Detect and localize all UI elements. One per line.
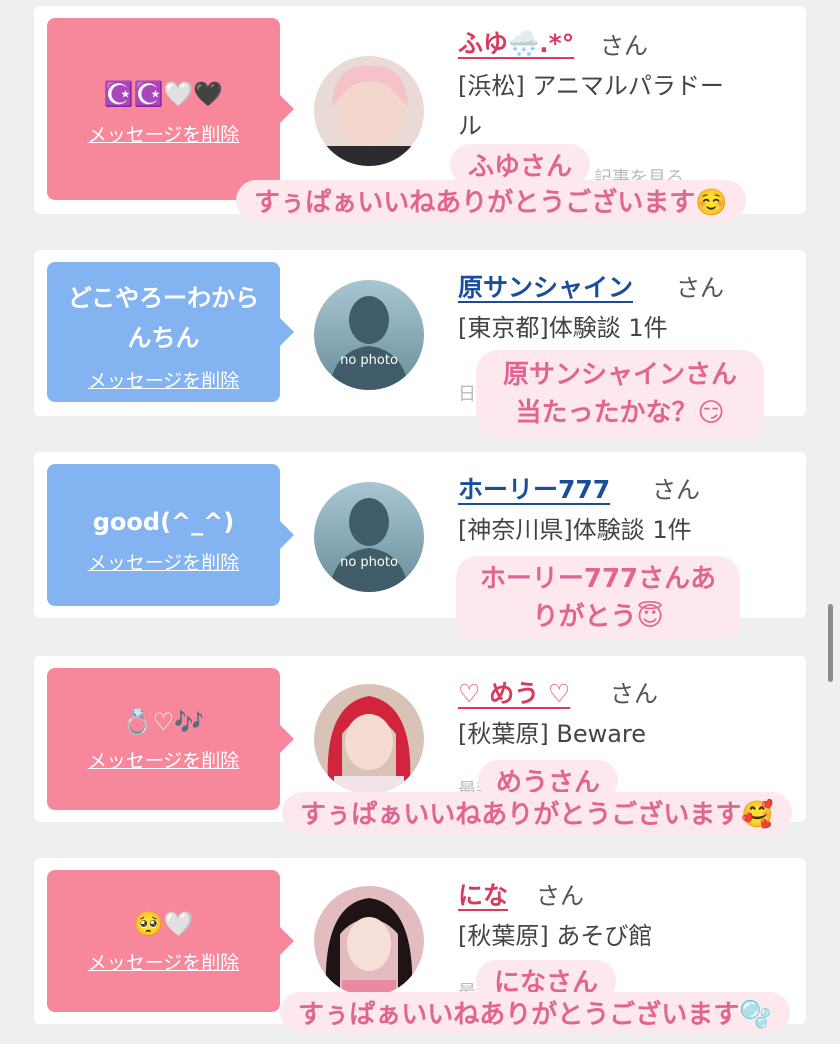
message-bubble: 🥺🤍 メッセージを削除 [47, 870, 294, 1012]
caption-overlay: すぅぱぁいいねありがとうございます🥰 [282, 792, 792, 833]
shop-info-continued: ル [458, 112, 482, 140]
message-bubble: good(^_^) メッセージを削除 [47, 464, 294, 606]
message-text: どこやろーわからんちん [67, 284, 260, 352]
caption-overlay: ホーリー777さんありがとう😇 [456, 556, 740, 640]
shop-info: [秋葉原] Beware [458, 720, 647, 748]
delete-message-link[interactable]: メッセージを削除 [47, 366, 280, 393]
message-text: 🥺🤍 [133, 910, 194, 938]
delete-message-link[interactable]: メッセージを削除 [47, 548, 280, 575]
message-text: good(^_^) [92, 508, 235, 536]
caption-overlay: 原サンシャインさん当たったかな？😏 [476, 350, 764, 438]
avatar-no-photo[interactable]: no photo [314, 482, 424, 592]
avatar[interactable] [314, 684, 424, 794]
review-info: [神奈川県]体験談 1件 [458, 516, 692, 544]
message-bubble: ☪️☪️🤍🖤 メッセージを削除 [47, 18, 294, 200]
review-info: [東京都]体験談 1件 [458, 314, 668, 342]
user-name-link[interactable]: 原サンシャイン [458, 268, 633, 304]
user-name-link[interactable]: ホーリー777 [458, 470, 610, 506]
caption-text: 原サンシャインさん当たったかな？😏 [502, 360, 737, 428]
honorific: さん [610, 680, 658, 708]
avatar-no-photo[interactable]: no photo [314, 280, 424, 390]
message-text: ☪️☪️🤍🖤 [103, 80, 224, 108]
delete-message-link[interactable]: メッセージを削除 [47, 120, 280, 147]
no-photo-label: no photo [340, 555, 398, 570]
honorific: さん [652, 476, 700, 504]
shop-info: [浜松] アニマルパラドー [458, 72, 724, 100]
scrollbar-thumb[interactable] [828, 604, 833, 682]
honorific: さん [676, 274, 724, 302]
no-photo-label: no photo [340, 353, 398, 368]
avatar[interactable] [314, 886, 424, 996]
under-text: 日 [458, 384, 476, 405]
message-bubble: 💍♡🎶 メッセージを削除 [47, 668, 294, 810]
caption-text: ホーリー777さんありがとう😇 [479, 564, 717, 632]
delete-message-link[interactable]: メッセージを削除 [47, 948, 280, 975]
honorific: さん [536, 882, 584, 910]
caption-overlay: すぅぱぁいいねありがとうございます☺️ [236, 180, 746, 221]
shop-info: [秋葉原] あそび館 [458, 922, 653, 950]
honorific: さん [600, 32, 648, 60]
caption-overlay: すぅぱぁいいねありがとうございます🫧 [280, 992, 790, 1033]
message-text: 💍♡🎶 [122, 708, 205, 736]
delete-message-link[interactable]: メッセージを削除 [47, 746, 280, 773]
message-bubble: どこやろーわからんちん メッセージを削除 [47, 262, 294, 402]
avatar[interactable] [314, 56, 424, 166]
user-name-link[interactable]: ふゆ🌨️.*° [458, 24, 574, 60]
user-name-link[interactable]: にな [458, 876, 508, 912]
user-name-link[interactable]: ♡ めう ♡ [458, 674, 570, 710]
caption-overlay: ふゆさん [450, 144, 591, 185]
